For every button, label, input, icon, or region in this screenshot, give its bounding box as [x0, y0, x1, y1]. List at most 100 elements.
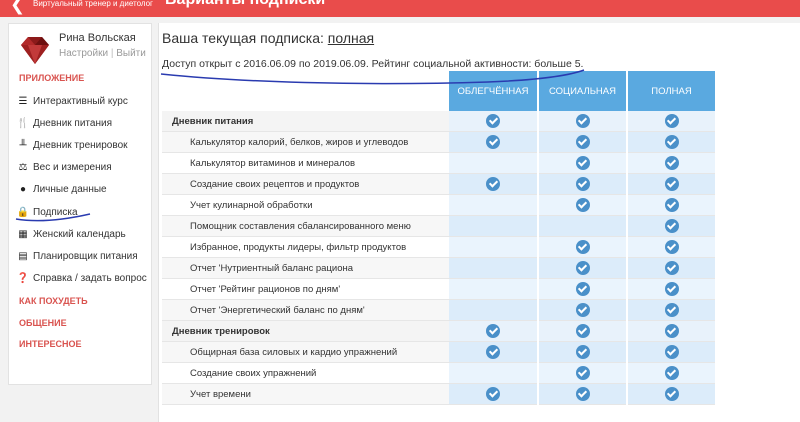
check-icon: [486, 387, 500, 401]
plan-cell: [627, 131, 717, 153]
feature-label: Помощник составления сбалансированного м…: [162, 215, 449, 237]
table-row: Калькулятор витаминов и минералов: [162, 152, 717, 174]
access-info: Доступ открыт с 2016.06.09 по 2019.06.09…: [162, 58, 584, 70]
sidebar-item-label: Интерактивный курс: [33, 95, 128, 107]
table-row: Создание своих упражнений: [162, 362, 717, 384]
plan-cell: [538, 299, 628, 321]
sidebar-item-label: Вес и измерения: [33, 161, 112, 173]
section-app[interactable]: ПРИЛОЖЕНИЕ: [19, 73, 84, 83]
plan-cell: [627, 341, 717, 363]
check-icon: [486, 177, 500, 191]
check-icon: [664, 198, 679, 212]
check-icon: [575, 177, 590, 191]
check-icon: [486, 114, 500, 128]
plan-header-full: ПОЛНАЯ: [627, 71, 717, 111]
plan-header-social: СОЦИАЛЬНАЯ: [538, 71, 628, 111]
table-row: Отчет 'Рейтинг рационов по дням': [162, 278, 717, 300]
table-corner: [162, 71, 449, 111]
section-social[interactable]: ОБЩЕНИЕ: [19, 318, 67, 328]
avatar[interactable]: [17, 32, 53, 68]
plan-cell: [538, 362, 628, 384]
plan-cell: [449, 383, 539, 405]
plan-cell: [538, 152, 628, 174]
plan-cell: [538, 341, 628, 363]
plan-cell: [627, 152, 717, 174]
feature-label: Отчет 'Энергетический баланс по дням': [162, 299, 449, 321]
check-icon: [664, 219, 679, 233]
sidebar-item-label: Дневник тренировок: [33, 139, 128, 151]
calendar-icon: ▦: [18, 228, 28, 240]
sidebar-item-calendar[interactable]: ▦ Женский календарь: [17, 224, 147, 244]
sidebar-item-label: Справка / задать вопрос: [33, 272, 147, 284]
plan-cell: [449, 131, 539, 153]
user-name: Рина Вольская: [59, 32, 136, 44]
sidebar-item-course[interactable]: ☰ Интерактивный курс: [17, 91, 147, 111]
plan-header-light: ОБЛЕГЧЁННАЯ: [449, 71, 539, 111]
plan-cell: [449, 236, 539, 258]
feature-label: Избранное, продукты лидеры, фильтр проду…: [162, 236, 449, 258]
plan-cell: [627, 320, 717, 342]
page-title: Ваша текущая подписка: полная: [162, 30, 374, 46]
plan-cell: [538, 320, 628, 342]
sidebar-item-help[interactable]: ❓ Справка / задать вопрос: [17, 268, 147, 288]
table-row: Отчет 'Энергетический баланс по дням': [162, 299, 717, 321]
check-icon: [575, 345, 590, 359]
plan-cell: [627, 362, 717, 384]
section-lose-weight[interactable]: КАК ПОХУДЕТЬ: [19, 296, 88, 306]
current-plan-link[interactable]: полная: [328, 30, 374, 46]
lock-icon: 🔒: [16, 206, 30, 218]
check-icon: [664, 324, 679, 338]
sidebar-item-meal-planner[interactable]: ▤ Планировщик питания: [17, 246, 147, 266]
plan-cell: [627, 299, 717, 321]
plan-cell: [449, 194, 539, 216]
feature-label: Создание своих упражнений: [162, 362, 449, 384]
check-icon: [575, 114, 590, 128]
table-row: Избранное, продукты лидеры, фильтр проду…: [162, 236, 717, 258]
feature-label: Калькулятор калорий, белков, жиров и угл…: [162, 131, 449, 153]
settings-link[interactable]: Настройки: [59, 48, 108, 59]
table-section-row: Дневник тренировок: [162, 320, 717, 342]
plan-cell: [538, 257, 628, 279]
table-row: Создание своих рецептов и продуктов: [162, 173, 717, 195]
top-bar: ❮ Виртуальный тренер и диетолог Варианты…: [0, 0, 800, 17]
feature-label: Дневник питания: [162, 111, 449, 132]
feature-label: Отчет 'Нутриентный баланс рациона: [162, 257, 449, 279]
feature-label: Создание своих рецептов и продуктов: [162, 173, 449, 195]
check-icon: [664, 240, 679, 254]
sidebar-item-training-diary[interactable]: ╨ Дневник тренировок: [17, 135, 147, 155]
plan-cell: [538, 173, 628, 195]
users-icon: ●: [19, 183, 27, 195]
table-row: Отчет 'Нутриентный баланс рациона: [162, 257, 717, 279]
plan-cell: [627, 257, 717, 279]
plan-cell: [449, 215, 539, 237]
plan-cell: [538, 215, 628, 237]
plan-cell: [627, 173, 717, 195]
plan-comparison-table: ОБЛЕГЧЁННАЯ СОЦИАЛЬНАЯ ПОЛНАЯ Дневник пи…: [162, 71, 717, 405]
plan-cell: [538, 111, 628, 132]
feature-label: Калькулятор витаминов и минералов: [162, 152, 449, 174]
list-icon: ☰: [18, 95, 28, 107]
check-icon: [664, 282, 679, 296]
feature-label: Учет времени: [162, 383, 449, 405]
sidebar-item-label: Подписка: [33, 206, 78, 218]
check-icon: [664, 156, 679, 170]
logo-tagline: Виртуальный тренер и диетолог: [33, 0, 153, 8]
check-icon: [486, 324, 500, 338]
main-content: Ваша текущая подписка: полная Доступ отк…: [158, 23, 800, 422]
logo-icon[interactable]: ❮: [10, 0, 25, 15]
check-icon: [575, 198, 590, 212]
sidebar: Рина Вольская Настройки | Выйти ПРИЛОЖЕН…: [8, 23, 152, 385]
table-row: Помощник составления сбалансированного м…: [162, 215, 717, 237]
check-icon: [575, 261, 590, 275]
plan-cell: [538, 278, 628, 300]
logout-link[interactable]: Выйти: [116, 48, 146, 59]
feature-label: Учет кулинарной обработки: [162, 194, 449, 216]
sidebar-item-food-diary[interactable]: 🍴 Дневник питания: [17, 113, 147, 133]
sidebar-item-personal-data[interactable]: ● Личные данные: [17, 179, 147, 199]
sidebar-item-label: Личные данные: [33, 183, 107, 195]
sidebar-item-subscription[interactable]: 🔒 Подписка: [17, 202, 147, 222]
question-icon: ❓: [16, 272, 30, 284]
sidebar-item-weight[interactable]: ⚖ Вес и измерения: [17, 157, 147, 177]
plan-cell: [449, 152, 539, 174]
section-interesting[interactable]: ИНТЕРЕСНОЕ: [19, 339, 81, 349]
